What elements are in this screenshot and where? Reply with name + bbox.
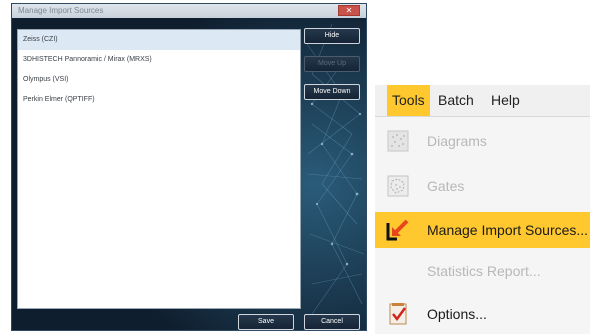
- menubar: Tools Batch Help: [375, 85, 590, 117]
- gates-icon: [387, 175, 409, 197]
- menu-item-diagrams[interactable]: Diagrams: [375, 123, 590, 159]
- move-down-button[interactable]: Move Down: [304, 84, 360, 100]
- menu-item-statistics-report[interactable]: Statistics Report...: [375, 253, 590, 289]
- menu-item-gates[interactable]: Gates: [375, 168, 590, 204]
- menu-item-manage-import-sources[interactable]: Manage Import Sources...: [375, 212, 590, 248]
- list-item[interactable]: Perkin Elmer (QPTIFF): [18, 90, 300, 110]
- import-arrow-icon: [386, 219, 409, 241]
- menu-item-label: Gates: [427, 178, 465, 194]
- save-button[interactable]: Save: [238, 314, 294, 330]
- menu-item-label: Options...: [427, 306, 487, 322]
- menu-help[interactable]: Help: [491, 85, 520, 116]
- menu-item-label: Manage Import Sources...: [427, 222, 589, 238]
- list-item[interactable]: Olympus (VSI): [18, 70, 300, 90]
- menu-item-label: Statistics Report...: [427, 263, 541, 279]
- dialog-title: Manage Import Sources: [18, 6, 104, 15]
- menu-item-options[interactable]: Options...: [375, 296, 590, 332]
- move-up-button[interactable]: Move Up: [304, 56, 360, 72]
- hide-button[interactable]: Hide: [304, 28, 360, 44]
- menu-batch[interactable]: Batch: [438, 85, 474, 116]
- import-source-list[interactable]: Zeiss (CZI) 3DHISTECH Pannoramic / Mirax…: [17, 29, 301, 309]
- options-checklist-icon: [389, 303, 407, 325]
- close-button[interactable]: ✕: [338, 5, 360, 16]
- manage-import-sources-dialog: Manage Import Sources ✕ Zeiss (CZI) 3DHI…: [11, 3, 367, 331]
- list-item[interactable]: Zeiss (CZI): [18, 30, 300, 50]
- list-item[interactable]: 3DHISTECH Pannoramic / Mirax (MRXS): [18, 50, 300, 70]
- dialog-titlebar: Manage Import Sources ✕: [12, 4, 366, 18]
- diagrams-icon: [387, 130, 409, 152]
- tools-menu-panel: Tools Batch Help Diagrams Gates Manage I…: [375, 85, 590, 334]
- cancel-button[interactable]: Cancel: [304, 314, 360, 330]
- menu-tools[interactable]: Tools: [387, 85, 430, 116]
- menu-item-label: Diagrams: [427, 133, 487, 149]
